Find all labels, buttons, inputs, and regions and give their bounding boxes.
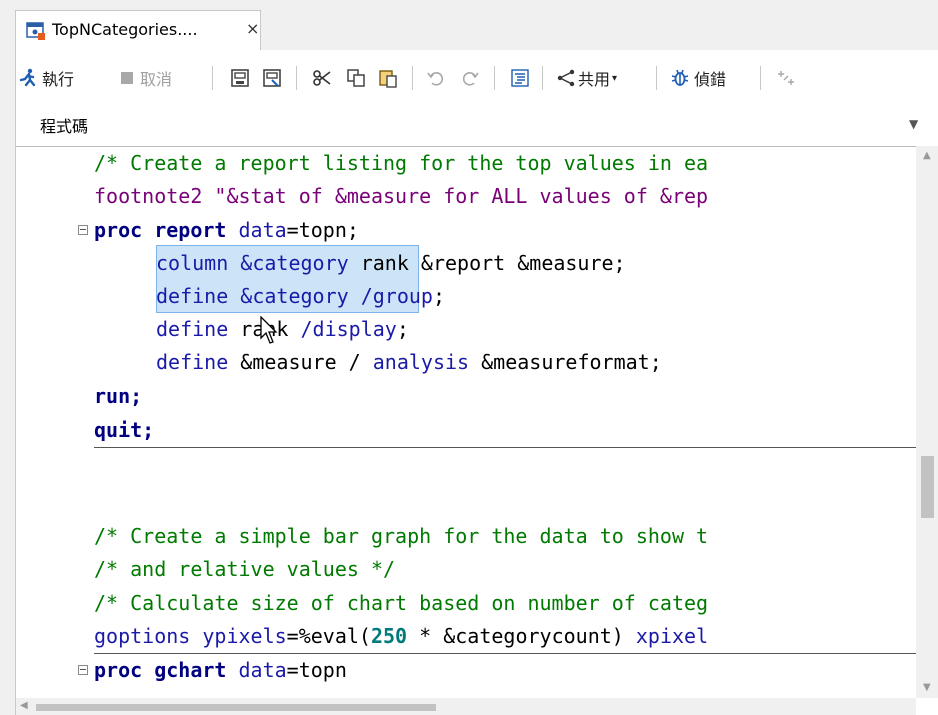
code-token: define (156, 350, 229, 374)
format-code-button[interactable] (510, 67, 530, 89)
code-token: /group (348, 284, 433, 308)
tab-strip: TopNCategories.... × (0, 0, 938, 50)
save-as-icon (262, 68, 282, 88)
run-label: 執行 (42, 70, 75, 89)
tab-topncategories[interactable]: TopNCategories.... × (15, 10, 261, 50)
vertical-scrollbar[interactable]: ▲ ▼ (916, 146, 938, 698)
node-icon (776, 68, 796, 88)
toolbar-separator (412, 66, 413, 90)
cancel-label: 取消 (140, 70, 173, 89)
more-button[interactable] (776, 67, 796, 89)
code-token: ; (396, 317, 409, 341)
code-line-12: /* Calculate size of chart based on numb… (94, 591, 709, 615)
code-token: data (226, 218, 287, 242)
fold-toggle-icon[interactable] (78, 665, 88, 675)
paste-button[interactable] (378, 67, 398, 89)
code-line-3: proc report data=topn; (94, 214, 359, 247)
tab-code[interactable]: 程式碼 (40, 113, 88, 137)
code-token: * &categorycount) (407, 624, 636, 648)
toolbar-separator (760, 66, 761, 90)
code-token: 250 (370, 624, 408, 648)
code-token: analysis (372, 350, 470, 374)
sub-tab-bar: 程式碼 ▼ (16, 106, 938, 144)
code-token: =%eval( (286, 624, 371, 648)
cut-button[interactable] (312, 67, 332, 89)
code-token: xpixel (635, 624, 709, 648)
program-file-icon (26, 21, 46, 41)
scroll-thumb[interactable] (36, 704, 436, 711)
debug-button[interactable]: 偵錯 (670, 67, 726, 89)
code-line-8: run; (94, 384, 143, 408)
close-icon[interactable]: × (246, 19, 259, 38)
share-label: 共用 (578, 70, 611, 89)
copy-button[interactable] (346, 67, 366, 89)
code-line-11: /* and relative values */ (94, 557, 396, 581)
code-line-13: goptions ypixels=%eval(250 * &categoryco… (94, 620, 708, 653)
step-divider (94, 447, 916, 448)
toolbar-separator (494, 66, 495, 90)
scissors-icon (312, 68, 332, 88)
cancel-button[interactable]: 取消 (120, 67, 172, 89)
share-button[interactable]: 共用 ▾ (556, 67, 617, 89)
share-icon (556, 68, 576, 88)
code-token: =topn; (286, 218, 359, 242)
chevron-down-icon[interactable]: ▼ (909, 117, 918, 131)
scroll-left-icon[interactable]: ◀ (20, 700, 28, 711)
scroll-thumb[interactable] (921, 456, 934, 518)
code-token: data (226, 658, 287, 682)
stop-icon (120, 71, 134, 85)
fold-toggle-icon[interactable] (78, 225, 88, 235)
code-token: goptions ypixels (94, 624, 287, 648)
code-token: proc gchart (94, 658, 227, 682)
code-token: &measureformat; (469, 350, 662, 374)
run-button[interactable]: 執行 (18, 67, 74, 89)
horizontal-scrollbar[interactable]: ◀ (16, 698, 916, 715)
code-token: column &category (156, 251, 349, 275)
code-token: rank &report &measure; (348, 251, 626, 275)
run-icon (18, 68, 38, 88)
code-token: proc report (94, 218, 227, 242)
toolbar: 執行 取消 共用 ▾ 偵錯 (16, 50, 938, 104)
code-token: =topn (286, 658, 347, 682)
code-line-9: quit; (94, 418, 155, 442)
mouse-pointer-icon (260, 316, 278, 344)
copy-icon (346, 68, 366, 88)
code-token: &measure / (228, 350, 373, 374)
code-token: define &category (156, 284, 349, 308)
save-icon (230, 68, 250, 88)
toolbar-separator (212, 66, 213, 90)
code-line-4: column &category rank &report &measure; (156, 247, 626, 280)
code-line-6: define rank /display; (156, 313, 409, 346)
toolbar-separator (542, 66, 543, 90)
tab-title: TopNCategories.... (52, 20, 198, 39)
format-code-icon (510, 68, 530, 88)
code-token: define (156, 317, 229, 341)
code-line-7: define &measure / analysis &measureforma… (156, 346, 662, 379)
code-line-5: define &category /group; (156, 280, 445, 313)
code-line-1: /* Create a report listing for the top v… (94, 151, 709, 175)
code-editor[interactable]: /* Create a report listing for the top v… (16, 146, 916, 699)
code-token: ; (432, 284, 445, 308)
code-line-10: /* Create a simple bar graph for the dat… (94, 524, 709, 548)
redo-icon (460, 68, 480, 88)
undo-icon (426, 68, 446, 88)
code-token: /display (300, 317, 397, 341)
chevron-down-icon: ▾ (612, 72, 618, 84)
redo-button[interactable] (460, 67, 480, 89)
scroll-up-icon[interactable]: ▲ (923, 150, 931, 161)
paste-icon (378, 68, 398, 88)
code-line-14: proc gchart data=topn (94, 654, 347, 687)
toolbar-separator (656, 66, 657, 90)
bug-icon (670, 68, 690, 88)
save-as-button[interactable] (262, 67, 282, 89)
toolbar-separator (296, 66, 297, 90)
debug-label: 偵錯 (694, 70, 727, 89)
code-line-2: footnote2 "&stat of &measure for ALL val… (94, 184, 709, 208)
save-button[interactable] (230, 67, 250, 89)
scroll-down-icon[interactable]: ▼ (923, 682, 931, 693)
program-panel: 執行 取消 共用 ▾ 偵錯 程式碼 ▼ /* Create a report l… (15, 50, 938, 715)
undo-button[interactable] (426, 67, 446, 89)
